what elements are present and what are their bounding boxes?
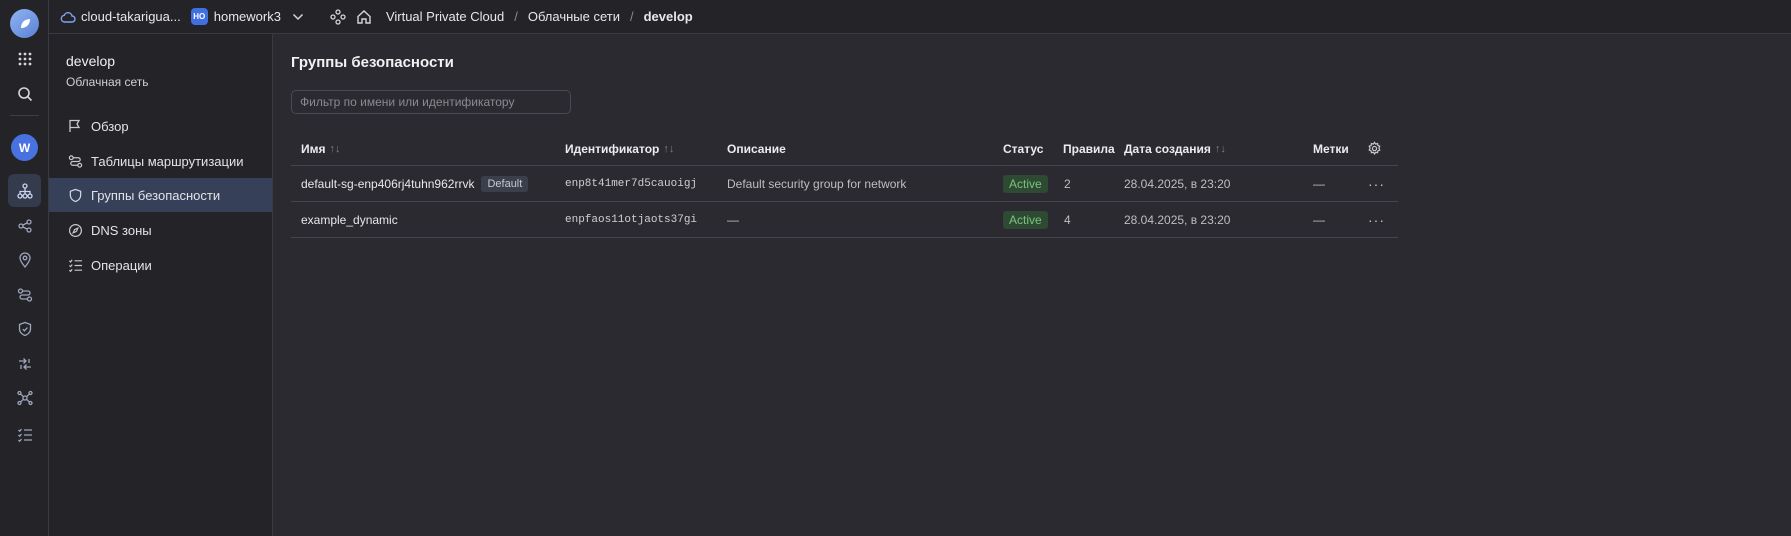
rules-count: 2 (1064, 176, 1071, 191)
group-name[interactable]: example_dynamic (301, 213, 398, 227)
sidebar-item-label: Обзор (91, 118, 129, 134)
status-badge: Active (1003, 210, 1048, 229)
home-icon[interactable] (356, 9, 372, 25)
arrows-icon[interactable] (8, 347, 41, 380)
sort-icon: ↑↓ (1214, 142, 1226, 155)
sidebar-item-security-groups[interactable]: Группы безопасности (49, 178, 272, 212)
account-avatar[interactable]: W (11, 134, 38, 161)
sidebar-item-label: DNS зоны (91, 222, 152, 238)
breadcrumb-current: develop (643, 9, 693, 24)
chevron-down-icon (292, 13, 303, 20)
breadcrumb-vpc[interactable]: Virtual Private Cloud (386, 9, 504, 24)
cloud-logo-icon[interactable] (10, 9, 39, 38)
labels-value: — (1313, 212, 1325, 227)
list-check-icon[interactable] (8, 418, 41, 451)
list-check-icon (67, 257, 83, 273)
column-header-labels: Метки (1313, 141, 1349, 156)
cloud-selector[interactable]: cloud-takarigua... (60, 9, 181, 24)
column-header-created[interactable]: Дата создания ↑↓ (1124, 132, 1226, 165)
sort-icon: ↑↓ (329, 142, 341, 155)
sort-icon: ↑↓ (663, 142, 675, 155)
services-icon[interactable] (330, 8, 346, 25)
cloud-name: cloud-takarigua... (81, 9, 181, 24)
network-subtitle: Облачная сеть (66, 75, 149, 89)
grid-icon[interactable] (8, 42, 41, 75)
sidebar-item-operations[interactable]: Операции (49, 248, 272, 282)
sidebar-item-overview[interactable]: Обзор (49, 109, 272, 143)
group-id: enpfaos11otjaots37gi (565, 213, 698, 226)
table-row[interactable]: default-sg-enp406rj4tuhn962rrvk Default … (291, 166, 1398, 202)
search-icon[interactable] (8, 77, 41, 110)
share-icon[interactable] (8, 209, 41, 242)
security-groups-table: Имя ↑↓ Идентификатор ↑↓ Описание Статус Пр… (291, 132, 1398, 238)
sidebar-item-label: Операции (91, 257, 152, 273)
folder-name: homework3 (213, 9, 281, 24)
left-rail: W (0, 0, 49, 536)
route-icon[interactable] (8, 278, 41, 311)
hub-icon[interactable] (8, 381, 41, 414)
default-tag: Default (481, 175, 529, 192)
rail-divider (10, 115, 39, 116)
location-icon[interactable] (8, 243, 41, 276)
column-header-id[interactable]: Идентификатор ↑↓ (565, 132, 674, 165)
network-icon[interactable] (8, 174, 41, 207)
labels-value: — (1313, 176, 1325, 191)
group-description: — (727, 212, 739, 227)
group-id: enp8t41mer7d5cauoigj (565, 177, 698, 190)
flag-icon (67, 118, 83, 134)
filter-input[interactable] (291, 90, 571, 114)
created-date: 28.04.2025, в 23:20 (1124, 176, 1231, 191)
table-row[interactable]: example_dynamic enpfaos11otjaots37gi — A… (291, 202, 1398, 238)
breadcrumb: Virtual Private Cloud / Облачные сети / … (386, 9, 693, 24)
sidebar-item-label: Группы безопасности (91, 187, 221, 203)
group-name[interactable]: default-sg-enp406rj4tuhn962rrvk (301, 177, 474, 191)
network-title: develop (66, 53, 116, 69)
cloud-icon (60, 11, 76, 23)
main-content: Группы безопасности Имя↑↓ Идентификатор↑… (273, 34, 1791, 536)
gear-icon[interactable] (1367, 132, 1382, 165)
created-date: 28.04.2025, в 23:20 (1124, 212, 1231, 227)
folder-badge: НО (190, 8, 208, 25)
shield-icon[interactable] (8, 312, 41, 345)
route-icon (67, 153, 83, 169)
column-header-description: Описание (727, 141, 786, 156)
more-actions-icon[interactable]: ··· (1368, 202, 1385, 237)
compass-icon (67, 222, 83, 238)
breadcrumb-separator: / (629, 9, 634, 24)
sidebar-item-label: Таблицы маршрутизации (91, 153, 244, 169)
sidebar-item-dns-zones[interactable]: DNS зоны (49, 213, 272, 247)
table-header: Имя ↑↓ Идентификатор ↑↓ Описание Статус Пр… (291, 132, 1398, 166)
column-header-name[interactable]: Имя ↑↓ (301, 132, 341, 165)
sidebar: develop Облачная сеть Обзор Таблицы марш… (49, 34, 273, 536)
top-bar: cloud-takarigua... НО homework3 Virtual … (49, 0, 1791, 34)
breadcrumb-separator: / (514, 9, 518, 24)
sidebar-item-route-tables[interactable]: Таблицы маршрутизации (49, 144, 272, 178)
breadcrumb-networks[interactable]: Облачные сети (528, 9, 620, 24)
column-header-rules: Правила (1063, 141, 1115, 156)
more-actions-icon[interactable]: ··· (1368, 166, 1385, 201)
folder-selector[interactable]: НО homework3 (190, 8, 304, 25)
status-badge: Active (1003, 174, 1048, 193)
page-title: Группы безопасности (291, 54, 454, 71)
shield-icon (67, 187, 83, 203)
rules-count: 4 (1064, 212, 1071, 227)
group-description: Default security group for network (727, 176, 907, 191)
column-header-status: Статус (1003, 141, 1044, 156)
